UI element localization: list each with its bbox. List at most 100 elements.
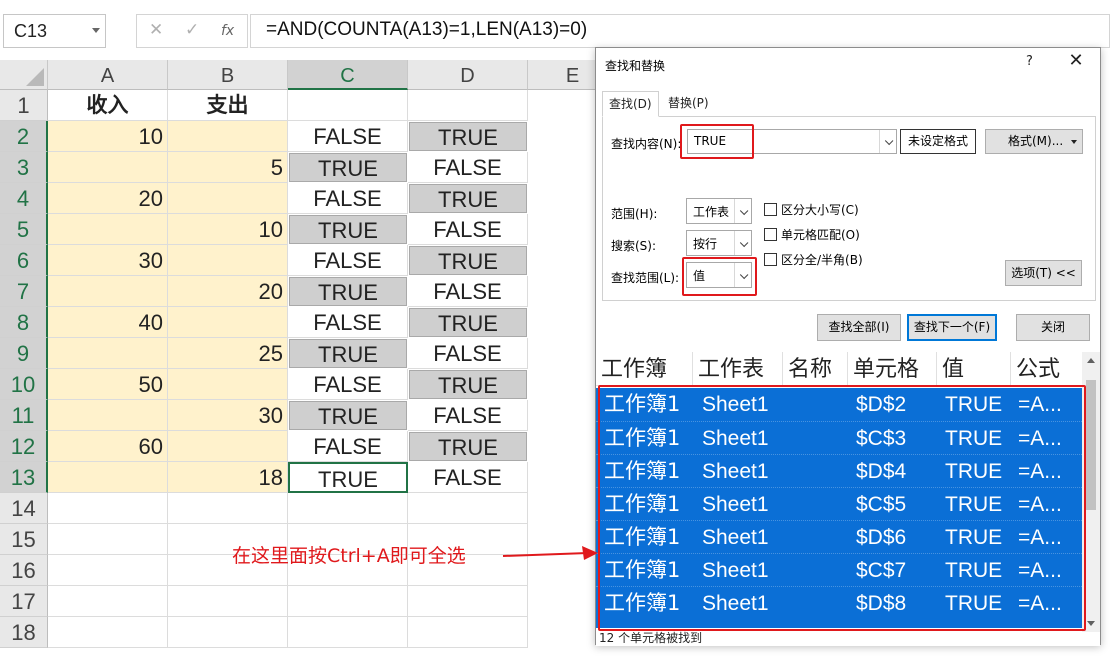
- cell-d1[interactable]: [408, 90, 528, 121]
- cell-d5[interactable]: FALSE: [408, 214, 528, 245]
- match-entire-cell-checkbox[interactable]: [764, 228, 777, 241]
- insert-function-icon[interactable]: fx: [221, 23, 234, 39]
- col-cell[interactable]: 单元格: [848, 352, 937, 386]
- chevron-down-icon[interactable]: [734, 199, 751, 223]
- row-header-18[interactable]: 18: [0, 617, 48, 648]
- tab-replace[interactable]: 替换(P): [662, 91, 715, 116]
- cell-c14[interactable]: [288, 493, 408, 524]
- column-header-a[interactable]: A: [48, 60, 168, 90]
- help-icon[interactable]: ?: [1026, 54, 1033, 69]
- cell-d7[interactable]: FALSE: [408, 276, 528, 307]
- cell-b2[interactable]: [168, 121, 288, 152]
- cell-c8[interactable]: FALSE: [288, 307, 408, 338]
- cell-d10[interactable]: TRUE: [408, 369, 528, 400]
- cell-c9[interactable]: TRUE: [288, 338, 408, 369]
- cell-d8[interactable]: TRUE: [408, 307, 528, 338]
- cell-b13[interactable]: 18: [168, 462, 288, 493]
- row-header-9[interactable]: 9: [0, 338, 48, 369]
- cell-a17[interactable]: [48, 586, 168, 617]
- col-formula[interactable]: 公式: [1011, 352, 1082, 386]
- cell-b14[interactable]: [168, 493, 288, 524]
- cell-a16[interactable]: [48, 555, 168, 586]
- cell-a18[interactable]: [48, 617, 168, 648]
- cell-c3[interactable]: TRUE: [288, 152, 408, 183]
- cell-a3[interactable]: [48, 152, 168, 183]
- row-header-2[interactable]: 2: [0, 121, 48, 152]
- cell-b6[interactable]: [168, 245, 288, 276]
- cell-c12[interactable]: FALSE: [288, 431, 408, 462]
- cell-c18[interactable]: [288, 617, 408, 648]
- tab-find[interactable]: 查找(D): [602, 91, 659, 117]
- cell-b3[interactable]: 5: [168, 152, 288, 183]
- cell-b4[interactable]: [168, 183, 288, 214]
- cell-a8[interactable]: 40: [48, 307, 168, 338]
- column-header-c[interactable]: C: [288, 60, 408, 90]
- formula-input[interactable]: =AND(COUNTA(A13)=1,LEN(A13)=0): [250, 14, 1110, 48]
- cell-d11[interactable]: FALSE: [408, 400, 528, 431]
- column-header-b[interactable]: B: [168, 60, 288, 90]
- row-header-17[interactable]: 17: [0, 586, 48, 617]
- col-sheet[interactable]: 工作表: [693, 352, 783, 386]
- cell-a1[interactable]: 收入: [48, 90, 168, 121]
- col-name[interactable]: 名称: [783, 352, 848, 386]
- row-header-3[interactable]: 3: [0, 152, 48, 183]
- row-header-15[interactable]: 15: [0, 524, 48, 555]
- cell-c2[interactable]: FALSE: [288, 121, 408, 152]
- match-case-checkbox[interactable]: [764, 203, 777, 216]
- cell-d2[interactable]: TRUE: [408, 121, 528, 152]
- cell-a7[interactable]: [48, 276, 168, 307]
- cell-c7[interactable]: TRUE: [288, 276, 408, 307]
- cancel-icon[interactable]: ✕: [149, 20, 163, 40]
- cell-b11[interactable]: 30: [168, 400, 288, 431]
- options-button[interactable]: 选项(T) <<: [1005, 260, 1082, 286]
- cell-a5[interactable]: [48, 214, 168, 245]
- name-box[interactable]: C13: [3, 14, 106, 48]
- col-value[interactable]: 值: [937, 352, 1011, 386]
- cell-d18[interactable]: [408, 617, 528, 648]
- cell-c4[interactable]: FALSE: [288, 183, 408, 214]
- cell-a9[interactable]: [48, 338, 168, 369]
- row-header-13[interactable]: 13: [0, 462, 48, 493]
- row-header-12[interactable]: 12: [0, 431, 48, 462]
- cell-b5[interactable]: 10: [168, 214, 288, 245]
- cell-a13[interactable]: [48, 462, 168, 493]
- cell-b17[interactable]: [168, 586, 288, 617]
- cell-d3[interactable]: FALSE: [408, 152, 528, 183]
- cell-d17[interactable]: [408, 586, 528, 617]
- match-byte-checkbox[interactable]: [764, 253, 777, 266]
- cell-b1[interactable]: 支出: [168, 90, 288, 121]
- cell-d13[interactable]: FALSE: [408, 462, 528, 493]
- select-all-corner[interactable]: [0, 60, 48, 90]
- find-all-button[interactable]: 查找全部(I): [817, 314, 901, 341]
- scroll-down-icon[interactable]: [1087, 621, 1095, 626]
- cell-a10[interactable]: 50: [48, 369, 168, 400]
- search-order-select[interactable]: 按行: [686, 230, 752, 256]
- row-header-10[interactable]: 10: [0, 369, 48, 400]
- row-header-14[interactable]: 14: [0, 493, 48, 524]
- cell-c11[interactable]: TRUE: [288, 400, 408, 431]
- cell-a12[interactable]: 60: [48, 431, 168, 462]
- scroll-thumb[interactable]: [1086, 380, 1096, 510]
- cell-a4[interactable]: 20: [48, 183, 168, 214]
- row-header-7[interactable]: 7: [0, 276, 48, 307]
- close-button[interactable]: 关闭: [1016, 314, 1090, 341]
- cell-a6[interactable]: 30: [48, 245, 168, 276]
- cell-c10[interactable]: FALSE: [288, 369, 408, 400]
- cell-a15[interactable]: [48, 524, 168, 555]
- cell-b7[interactable]: 20: [168, 276, 288, 307]
- cell-c13[interactable]: TRUE: [288, 462, 408, 493]
- cell-c1[interactable]: [288, 90, 408, 121]
- cell-b18[interactable]: [168, 617, 288, 648]
- chevron-down-icon[interactable]: [734, 231, 751, 255]
- row-header-8[interactable]: 8: [0, 307, 48, 338]
- cell-b12[interactable]: [168, 431, 288, 462]
- cell-a2[interactable]: 10: [48, 121, 168, 152]
- cell-d14[interactable]: [408, 493, 528, 524]
- chevron-down-icon[interactable]: [92, 28, 100, 33]
- cell-a14[interactable]: [48, 493, 168, 524]
- cell-d4[interactable]: TRUE: [408, 183, 528, 214]
- scope-select[interactable]: 工作表: [686, 198, 752, 224]
- cell-b10[interactable]: [168, 369, 288, 400]
- row-header-5[interactable]: 5: [0, 214, 48, 245]
- cell-b8[interactable]: [168, 307, 288, 338]
